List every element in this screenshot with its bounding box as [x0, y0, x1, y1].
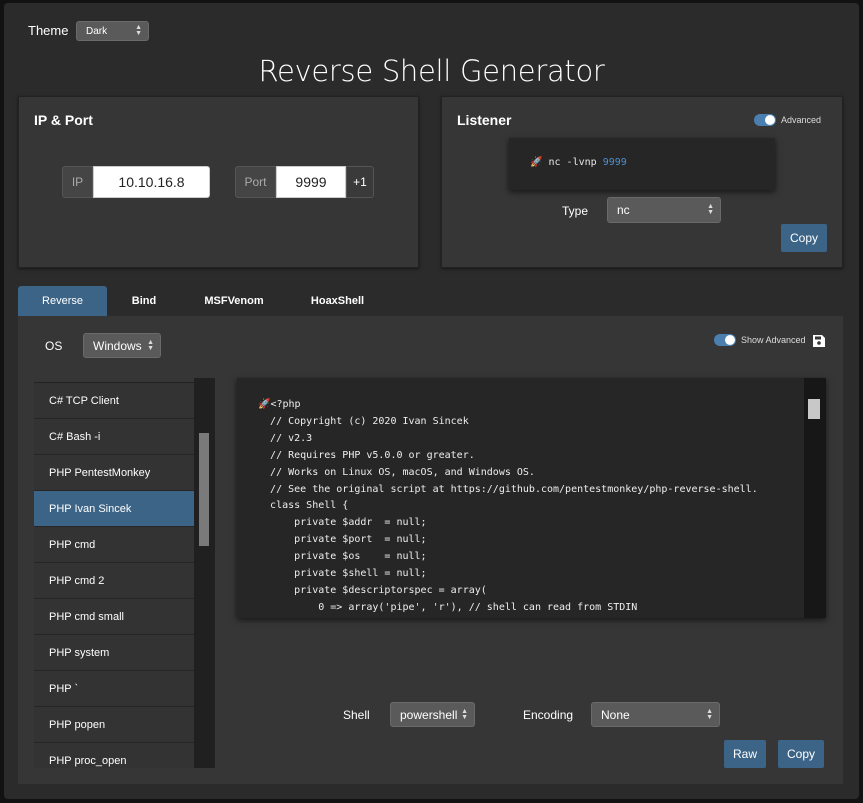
list-item[interactable]: PHP system [34, 635, 194, 671]
theme-select[interactable]: Dark ▲ ▼ [76, 21, 149, 41]
select-arrows-icon: ▲ ▼ [706, 707, 713, 721]
encoding-select-value: None [601, 707, 630, 722]
shell-list-scroll-thumb[interactable] [199, 433, 209, 546]
code-line: // Works on Linux OS, macOS, and Windows… [270, 466, 535, 478]
code-line: // Requires PHP v5.0.0 or greater. [270, 449, 475, 461]
show-advanced-label: Show Advanced [741, 335, 806, 345]
show-advanced-toggle[interactable] [714, 334, 736, 346]
list-item[interactable]: C# TCP Client [34, 383, 194, 419]
select-arrows-icon: ▲ ▼ [135, 24, 142, 37]
rocket-icon: 🚀 [258, 399, 271, 410]
code-line: private $addr = null; [270, 517, 427, 529]
listener-copy-button[interactable]: Copy [781, 224, 827, 252]
shell-list-scrollbar[interactable] [194, 378, 215, 768]
select-arrows-icon: ▲ ▼ [707, 203, 714, 216]
advanced-label: Advanced [781, 115, 822, 125]
ip-port-title: IP & Port [34, 112, 93, 128]
select-arrows-icon: ▲ ▼ [147, 338, 154, 352]
select-arrows-icon: ▲ ▼ [461, 707, 468, 721]
type-select-value: nc [617, 203, 630, 217]
tab-msfvenom[interactable]: MSFVenom [181, 286, 287, 316]
tab-reverse[interactable]: Reverse [18, 286, 107, 316]
code-scrollbar[interactable] [804, 378, 826, 618]
port-addon: Port [235, 166, 276, 198]
ip-input[interactable]: 10.10.16.8 [93, 166, 210, 198]
list-item[interactable]: PHP cmd small [34, 599, 194, 635]
code-line: private $os = null; [270, 551, 427, 563]
encoding-select[interactable]: None ▲ ▼ [591, 702, 720, 727]
list-item[interactable]: PHP cmd 2 [34, 563, 194, 599]
type-select[interactable]: nc ▲ ▼ [607, 197, 721, 223]
listener-title: Listener [457, 112, 512, 128]
theme-select-value: Dark [86, 25, 108, 37]
rocket-icon: 🚀 [530, 157, 543, 168]
list-item[interactable]: PHP PentestMonkey [34, 455, 194, 491]
list-item[interactable]: PHP popen [34, 707, 194, 743]
list-item[interactable]: PHP proc_open [34, 743, 194, 768]
os-select-value: Windows [93, 338, 142, 353]
os-label: OS [45, 339, 63, 353]
list-item-selected[interactable]: PHP Ivan Sincek [34, 491, 194, 527]
code-scroll-thumb[interactable] [808, 399, 820, 419]
list-item[interactable]: PHP ` [34, 671, 194, 707]
ip-addon: IP [62, 166, 93, 198]
encoding-label: Encoding [523, 708, 574, 722]
shell-label: Shell [343, 708, 370, 722]
listener-port: 9999 [602, 157, 627, 168]
port-input[interactable]: 9999 [276, 166, 346, 198]
listener-command-box: 🚀 nc -lvnp 9999 [509, 138, 775, 190]
code-output: 🚀<?php // Copyright (c) 2020 Ivan Sincek… [237, 378, 826, 618]
shell-select[interactable]: powershell ▲ ▼ [390, 702, 475, 727]
code-line: 0 => array('pipe', 'r'), // shell can re… [270, 601, 638, 613]
tab-hoaxshell[interactable]: HoaxShell [287, 286, 388, 316]
listener-command: nc -lvnp [548, 157, 597, 168]
theme-label: Theme [28, 23, 69, 38]
code-line: <?php [270, 399, 301, 410]
copy-button[interactable]: Copy [778, 740, 824, 768]
port-increment-button[interactable]: +1 [346, 166, 374, 198]
code-line: // Copyright (c) 2020 Ivan Sincek [270, 415, 469, 427]
tab-bind[interactable]: Bind [107, 286, 181, 316]
advanced-toggle[interactable] [754, 114, 776, 126]
list-item[interactable]: PHP cmd [34, 527, 194, 563]
os-select[interactable]: Windows ▲ ▼ [83, 333, 161, 358]
raw-button[interactable]: Raw [724, 740, 766, 768]
code-line: // v2.3 [270, 432, 313, 444]
code-line: class Shell { [270, 500, 349, 512]
shell-list: C# TCP Client C# Bash -i PHP PentestMonk… [34, 382, 194, 768]
code-line: private $descriptorspec = array( [270, 584, 487, 596]
page-title: Reverse Shell Generator [258, 54, 605, 88]
shell-select-value: powershell [400, 707, 458, 722]
code-line: private $port = null; [270, 534, 427, 546]
code-line: // See the original script at https://gi… [270, 483, 758, 495]
save-icon[interactable] [813, 335, 825, 347]
code-line: private $shell = null; [270, 568, 427, 580]
type-label: Type [562, 204, 589, 218]
list-item[interactable]: C# Bash -i [34, 419, 194, 455]
